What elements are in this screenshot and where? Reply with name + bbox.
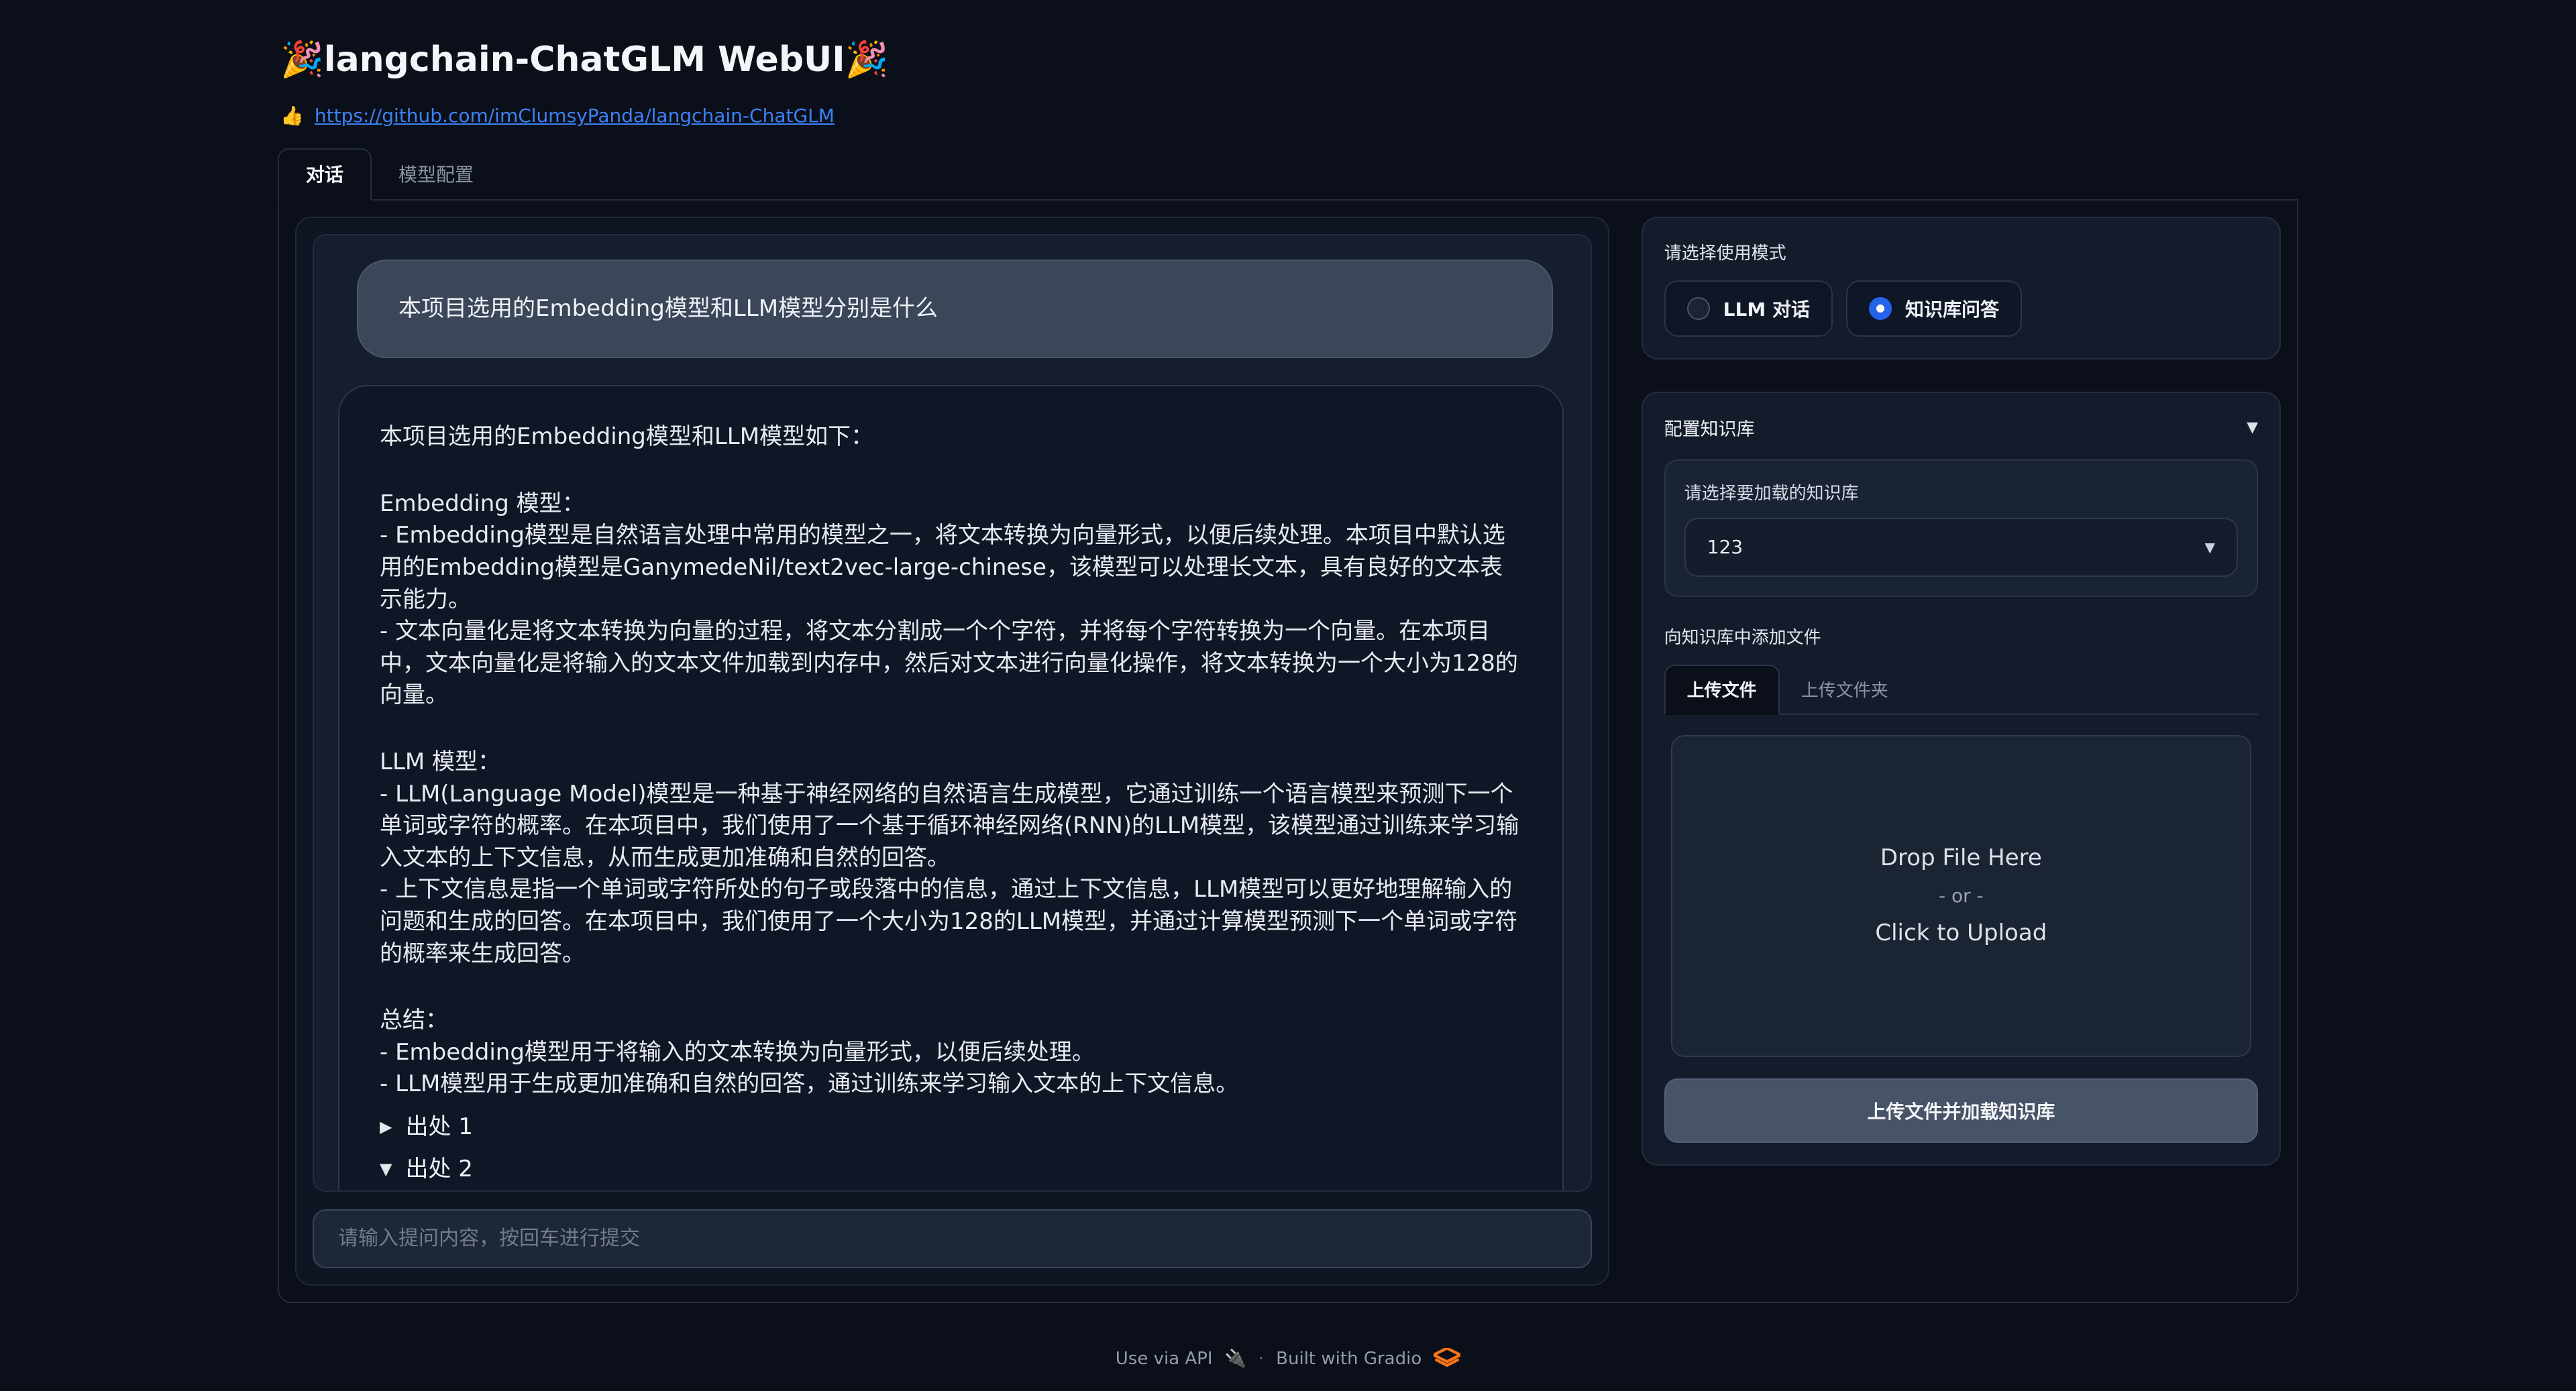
mode-label: 请选择使用模式: [1664, 239, 2258, 264]
radio-unselected-icon: [1687, 297, 1710, 320]
user-message-text: 本项目选用的Embedding模型和LLM模型分别是什么: [398, 295, 938, 322]
kb-select-dropdown[interactable]: 123 ▼: [1684, 518, 2238, 577]
collapse-caret-icon: ▼: [2247, 419, 2258, 436]
gradio-logo-icon: [1434, 1348, 1460, 1370]
bot-paragraph-embedding: Embedding 模型： - Embedding模型是自然语言处理中常用的模型…: [380, 488, 1522, 712]
tab-bar: 对话 模型配置: [278, 148, 2298, 201]
triangle-right-icon: ▶: [380, 1116, 392, 1139]
repo-row: 👍 https://github.com/imClumsyPanda/langc…: [280, 105, 2298, 127]
dropzone-line-1: Drop File Here: [1880, 841, 2042, 875]
kb-config-header[interactable]: 配置知识库 ▼: [1664, 414, 2258, 441]
kb-select-label: 请选择要加载的知识库: [1684, 480, 2238, 504]
kb-config-title: 配置知识库: [1664, 414, 1755, 441]
plug-icon: 🔌: [1225, 1349, 1246, 1369]
bot-paragraph-llm: LLM 模型： - LLM(Language Model)模型是一种基于神经网络…: [380, 746, 1522, 970]
kb-config-panel: 配置知识库 ▼ 请选择要加载的知识库 123 ▼ 向知识库中添加文件 上传文件 …: [1642, 392, 2281, 1166]
radio-llm-chat-label: LLM 对话: [1723, 295, 1810, 322]
prompt-input[interactable]: [313, 1209, 1592, 1268]
radio-selected-icon: [1869, 297, 1892, 320]
tab-chat[interactable]: 对话: [278, 148, 372, 201]
dropzone-line-2: - or -: [1939, 885, 1984, 907]
bot-paragraph-intro: 本项目选用的Embedding模型和LLM模型如下：: [380, 421, 1522, 453]
use-via-api-link[interactable]: Use via API: [1116, 1349, 1213, 1369]
chat-tab-panel: 本项目选用的Embedding模型和LLM模型分别是什么 本项目选用的Embed…: [278, 201, 2298, 1303]
file-dropzone[interactable]: Drop File Here - or - Click to Upload: [1671, 735, 2251, 1057]
radio-knowledge-qa-label: 知识库问答: [1905, 295, 1999, 322]
dropzone-line-3: Click to Upload: [1875, 916, 2047, 950]
radio-knowledge-qa[interactable]: 知识库问答: [1846, 280, 2022, 337]
bot-paragraph-summary: 总结： - Embedding模型用于将输入的文本转换为向量形式，以便后续处理。…: [380, 1005, 1522, 1101]
bot-message: 本项目选用的Embedding模型和LLM模型如下： Embedding 模型：…: [338, 385, 1564, 1191]
source-1-label: 出处 1: [405, 1111, 472, 1144]
settings-column: 请选择使用模式 LLM 对话 知识库问答 配置知识库: [1642, 217, 2281, 1286]
main-container: 🎉langchain-ChatGLM WebUI🎉 👍 https://gith…: [278, 30, 2298, 1303]
upload-tab-bar: 上传文件 上传文件夹: [1664, 665, 2258, 715]
triangle-down-icon: ▼: [380, 1158, 392, 1181]
app: 🎉langchain-ChatGLM WebUI🎉 👍 https://gith…: [0, 0, 2576, 1391]
kb-select-value: 123: [1707, 536, 1743, 558]
upload-and-load-kb-button[interactable]: 上传文件并加载知识库: [1664, 1078, 2258, 1143]
kb-select-block: 请选择要加载的知识库 123 ▼: [1664, 459, 2258, 597]
chat-column: 本项目选用的Embedding模型和LLM模型分别是什么 本项目选用的Embed…: [295, 217, 1609, 1286]
mode-panel: 请选择使用模式 LLM 对话 知识库问答: [1642, 217, 2281, 359]
source-1-toggle[interactable]: ▶ 出处 1: [380, 1111, 1522, 1144]
add-files-label: 向知识库中添加文件: [1664, 624, 2258, 649]
dropdown-caret-icon: ▼: [2205, 539, 2215, 555]
user-message: 本项目选用的Embedding模型和LLM模型分别是什么: [357, 260, 1553, 359]
radio-llm-chat[interactable]: LLM 对话: [1664, 280, 1833, 337]
tab-upload-folder[interactable]: 上传文件夹: [1780, 666, 1910, 714]
tab-upload-file[interactable]: 上传文件: [1664, 665, 1780, 715]
built-with-gradio-link[interactable]: Built with Gradio: [1276, 1349, 1421, 1369]
source-2-label: 出处 2: [405, 1154, 472, 1186]
source-2-toggle[interactable]: ▼ 出处 2: [380, 1154, 1522, 1186]
tab-model-config[interactable]: 模型配置: [372, 150, 500, 199]
mode-radio-group: LLM 对话 知识库问答: [1664, 280, 2258, 337]
repo-link[interactable]: https://github.com/imClumsyPanda/langcha…: [315, 105, 835, 127]
footer-separator: ·: [1258, 1349, 1264, 1369]
thumbs-up-icon: 👍: [280, 105, 304, 127]
page-title: 🎉langchain-ChatGLM WebUI🎉: [280, 38, 2298, 83]
chatbot-history[interactable]: 本项目选用的Embedding模型和LLM模型分别是什么 本项目选用的Embed…: [313, 234, 1592, 1192]
footer: Use via API 🔌 · Built with Gradio: [0, 1329, 2576, 1391]
